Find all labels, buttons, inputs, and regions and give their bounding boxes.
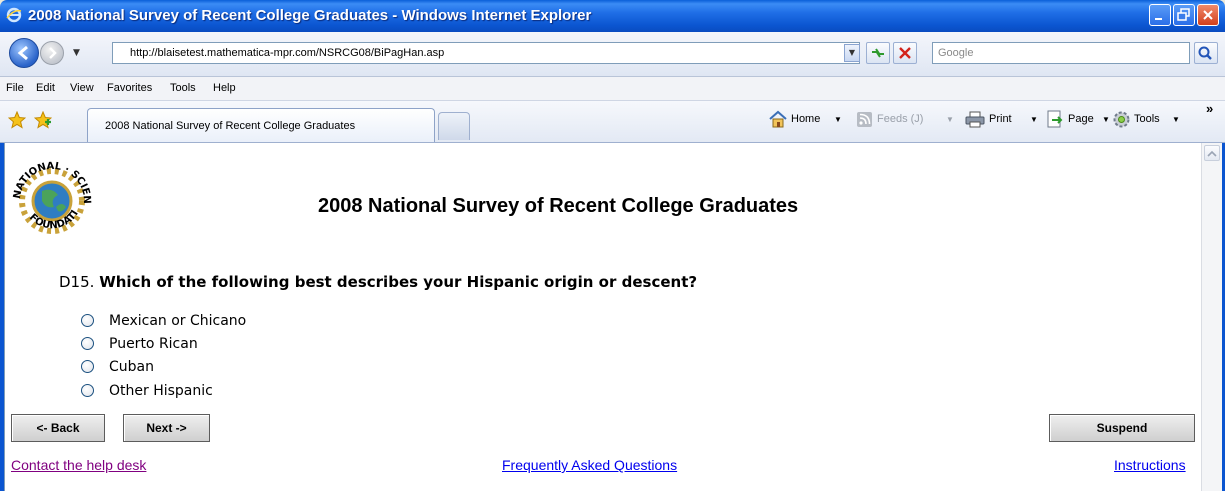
restore-icon — [1177, 8, 1190, 21]
menu-tools[interactable]: Tools — [170, 82, 196, 94]
page-dropdown[interactable]: ▼ — [1102, 115, 1110, 124]
option-other-hispanic[interactable]: Other Hispanic — [81, 383, 213, 403]
search-placeholder: Google — [938, 47, 974, 59]
tab-bar: 2008 National Survey of Recent College G… — [0, 101, 1225, 143]
page-label[interactable]: Page — [1068, 113, 1094, 125]
home-dropdown[interactable]: ▼ — [834, 115, 842, 124]
radio-button[interactable] — [81, 359, 94, 373]
menu-edit[interactable]: Edit — [36, 82, 55, 94]
print-dropdown[interactable]: ▼ — [1030, 115, 1038, 124]
menu-help[interactable]: Help — [213, 82, 236, 94]
back-arrow-icon — [17, 45, 28, 61]
address-bar: ▼ http://blaisetest.mathematica-mpr.com/… — [0, 32, 1225, 77]
question-text: Which of the following best describes yo… — [99, 273, 698, 291]
stop-icon — [899, 47, 911, 59]
back-nav-button[interactable] — [9, 38, 39, 68]
option-mexican-or-chicano[interactable]: Mexican or Chicano — [81, 313, 246, 333]
url-text: http://blaisetest.mathematica-mpr.com/NS… — [130, 47, 445, 59]
back-button[interactable]: <- Back — [11, 414, 105, 442]
question-prompt: D15. Which of the following best describ… — [59, 273, 697, 291]
menu-bar: File Edit View Favorites Tools Help — [0, 77, 1225, 101]
minimize-button[interactable] — [1149, 4, 1171, 26]
search-icon — [1198, 46, 1212, 60]
favorites-star-icon[interactable] — [8, 111, 26, 129]
option-label: Cuban — [109, 359, 154, 375]
ie-logo-icon — [6, 7, 22, 23]
forward-arrow-icon — [49, 47, 57, 59]
nsf-logo: NATIONAL · SCIENCE FOUNDATION — [12, 149, 92, 234]
window-title: 2008 National Survey of Recent College G… — [28, 7, 592, 24]
recent-pages-dropdown[interactable]: ▼ — [73, 48, 80, 58]
feeds-dropdown[interactable]: ▼ — [946, 115, 954, 124]
more-commands-chevron[interactable]: » — [1206, 101, 1213, 116]
search-input[interactable]: Google — [932, 42, 1190, 64]
option-cuban[interactable]: Cuban — [81, 359, 154, 379]
new-tab-button[interactable] — [438, 112, 470, 140]
chevron-up-icon — [1207, 150, 1217, 157]
add-favorites-icon[interactable] — [34, 111, 52, 129]
refresh-icon — [872, 48, 884, 58]
next-button[interactable]: Next -> — [123, 414, 210, 442]
page-content: NATIONAL · SCIENCE FOUNDATION 2008 Natio… — [4, 143, 1202, 491]
option-label: Puerto Rican — [109, 336, 198, 352]
tab-survey[interactable]: 2008 National Survey of Recent College G… — [87, 108, 435, 142]
help-desk-link[interactable]: Contact the help desk — [11, 457, 146, 473]
close-icon — [1203, 10, 1213, 20]
maximize-button[interactable] — [1173, 4, 1195, 26]
tools-label[interactable]: Tools — [1134, 113, 1160, 125]
menu-favorites[interactable]: Favorites — [107, 82, 152, 94]
menu-view[interactable]: View — [70, 82, 94, 94]
option-label: Mexican or Chicano — [109, 313, 247, 329]
minimize-icon — [1155, 18, 1162, 20]
faq-link[interactable]: Frequently Asked Questions — [502, 457, 677, 473]
tab-label: 2008 National Survey of Recent College G… — [105, 120, 356, 132]
ie-window: 2008 National Survey of Recent College G… — [0, 0, 1225, 491]
option-label: Other Hispanic — [109, 383, 213, 399]
scroll-up-button[interactable] — [1204, 145, 1220, 161]
suspend-button[interactable]: Suspend — [1049, 414, 1195, 442]
feeds-label[interactable]: Feeds (J) — [877, 113, 923, 125]
address-input[interactable]: http://blaisetest.mathematica-mpr.com/NS… — [112, 42, 860, 64]
forward-nav-button[interactable] — [40, 41, 64, 65]
radio-button[interactable] — [81, 313, 94, 327]
vertical-scrollbar[interactable] — [1201, 143, 1222, 491]
print-icon[interactable] — [965, 111, 985, 128]
tools-dropdown[interactable]: ▼ — [1172, 115, 1180, 124]
question-number: D15. — [59, 273, 95, 291]
stop-button[interactable] — [893, 42, 917, 64]
feeds-icon[interactable] — [857, 112, 872, 127]
page-title: 2008 National Survey of Recent College G… — [318, 195, 799, 217]
close-button[interactable] — [1197, 4, 1219, 26]
refresh-button[interactable] — [866, 42, 890, 64]
address-dropdown-button[interactable]: ▼ — [844, 44, 860, 62]
print-label[interactable]: Print — [989, 113, 1012, 125]
instructions-link[interactable]: Instructions — [1114, 457, 1186, 473]
option-puerto-rican[interactable]: Puerto Rican — [81, 336, 198, 356]
home-label[interactable]: Home — [791, 113, 820, 125]
home-icon[interactable] — [768, 110, 788, 128]
page-icon[interactable] — [1046, 110, 1064, 128]
title-bar: 2008 National Survey of Recent College G… — [0, 0, 1225, 32]
radio-button[interactable] — [81, 383, 94, 397]
search-button[interactable] — [1194, 42, 1218, 64]
radio-button[interactable] — [81, 336, 94, 350]
tools-gear-icon[interactable] — [1112, 110, 1131, 129]
menu-file[interactable]: File — [6, 82, 24, 94]
